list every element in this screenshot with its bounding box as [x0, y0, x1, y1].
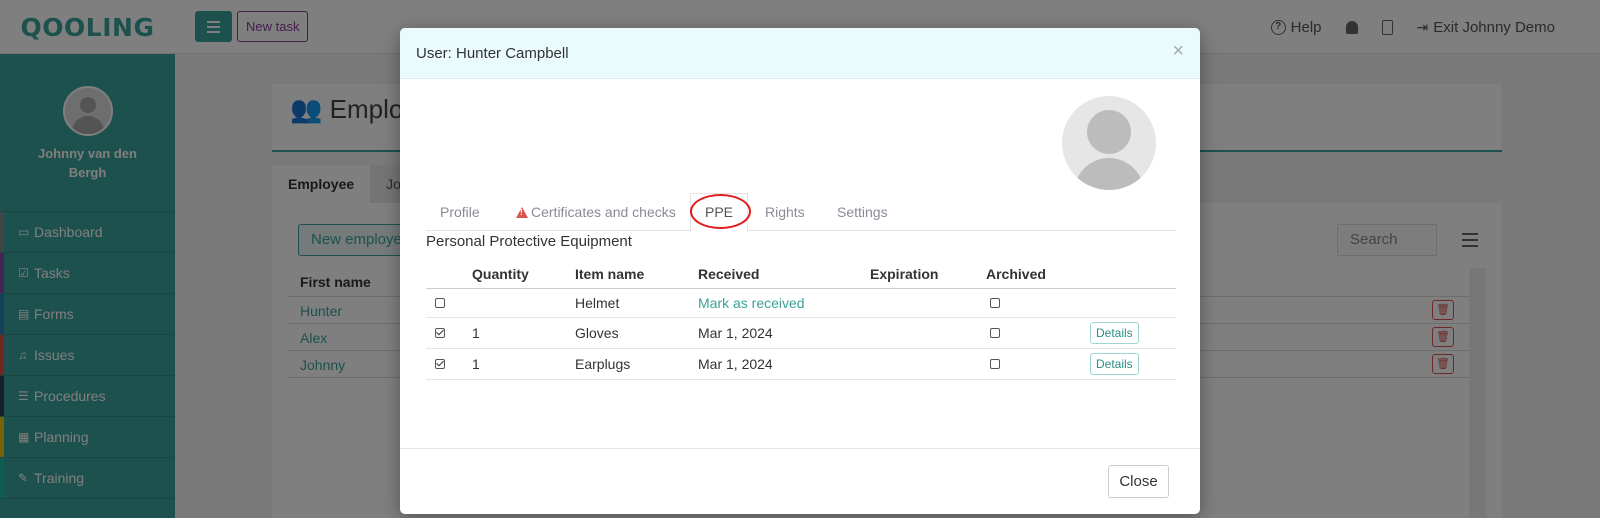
- quantity-cell: 1: [472, 325, 480, 341]
- tab-certificates-label: Certificates and checks: [531, 204, 676, 220]
- table-row: 1 Gloves Mar 1, 2024 Details: [426, 318, 1176, 349]
- row-checkbox[interactable]: [435, 359, 445, 369]
- item-name-cell: Gloves: [575, 325, 619, 341]
- tab-settings[interactable]: Settings: [837, 193, 888, 231]
- warning-icon: [516, 207, 528, 218]
- header-archived: Archived: [986, 265, 1046, 282]
- header-quantity: Quantity: [472, 265, 529, 282]
- quantity-cell: 1: [472, 356, 480, 372]
- modal-title: User: Hunter Campbell: [416, 45, 569, 62]
- table-row: 1 Earplugs Mar 1, 2024 Details: [426, 349, 1176, 380]
- section-title: Personal Protective Equipment: [426, 233, 632, 250]
- archived-checkbox[interactable]: [990, 298, 1000, 308]
- header-received: Received: [698, 265, 760, 282]
- row-checkbox[interactable]: [435, 298, 445, 308]
- item-name-cell: Earplugs: [575, 356, 631, 372]
- details-button[interactable]: Details: [1090, 322, 1139, 344]
- archived-checkbox[interactable]: [990, 359, 1000, 369]
- modal-tabs: Profile Certificates and checks PPE Righ…: [426, 193, 1176, 232]
- received-cell: Mar 1, 2024: [698, 325, 773, 341]
- table-row: Helmet Mark as received: [426, 289, 1176, 318]
- close-icon[interactable]: ×: [1172, 41, 1184, 61]
- received-cell: Mar 1, 2024: [698, 356, 773, 372]
- header-item-name: Item name: [575, 265, 645, 282]
- row-checkbox[interactable]: [435, 328, 445, 338]
- mark-as-received-link[interactable]: Mark as received: [698, 289, 805, 317]
- header-expiration: Expiration: [870, 265, 939, 282]
- user-avatar: [1062, 96, 1156, 190]
- ppe-table: Quantity Item name Received Expiration A…: [426, 259, 1176, 380]
- tab-ppe[interactable]: PPE: [690, 193, 749, 232]
- details-button[interactable]: Details: [1090, 353, 1139, 375]
- tab-certificates[interactable]: Certificates and checks: [516, 193, 676, 231]
- item-name-cell: Helmet: [575, 295, 620, 311]
- close-button[interactable]: Close: [1108, 465, 1169, 498]
- modal-footer: Close: [400, 448, 1200, 514]
- tab-rights[interactable]: Rights: [765, 193, 805, 231]
- tab-profile[interactable]: Profile: [440, 193, 480, 231]
- archived-checkbox[interactable]: [990, 328, 1000, 338]
- user-modal: User: Hunter Campbell × Profile Certific…: [400, 28, 1200, 514]
- table-header: Quantity Item name Received Expiration A…: [426, 259, 1176, 289]
- modal-header: User: Hunter Campbell ×: [400, 28, 1200, 79]
